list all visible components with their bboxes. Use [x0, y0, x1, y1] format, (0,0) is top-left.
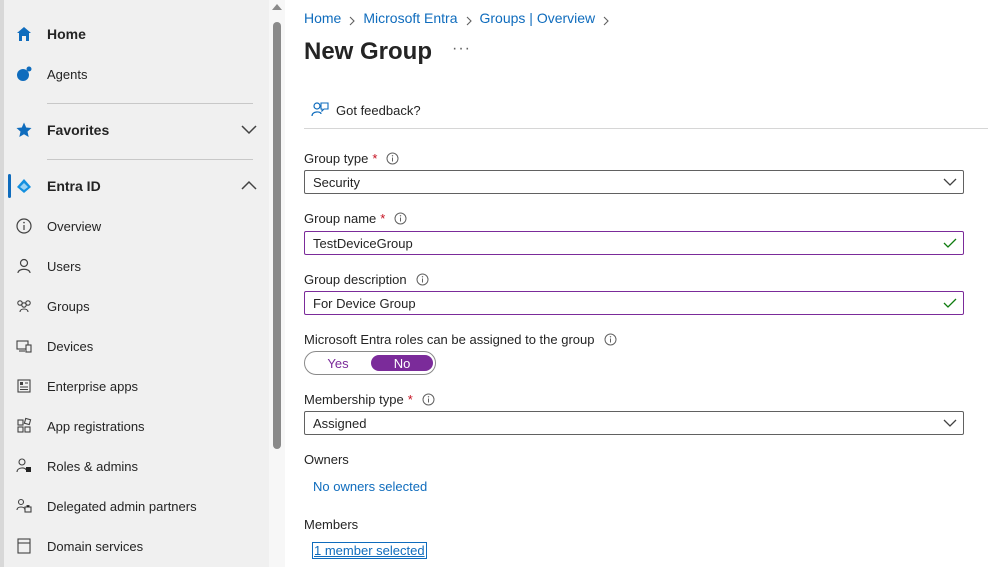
sidebar-item-label: Overview — [47, 218, 102, 234]
info-icon — [14, 216, 34, 236]
group-type-dropdown[interactable]: Security — [304, 170, 964, 194]
sidebar-item-agents[interactable]: Agents — [0, 56, 269, 92]
members-label: Members — [304, 517, 359, 532]
header-divider — [304, 128, 988, 129]
entra-id-icon — [14, 176, 34, 196]
roles-assignable-label: Microsoft Entra roles can be assigned to… — [304, 332, 617, 347]
membership-type-label-text: Membership type — [304, 392, 404, 407]
sidebar-item-enterprise-apps[interactable]: Enterprise apps — [0, 368, 269, 404]
chevron-right-icon — [349, 13, 356, 26]
feedback-button[interactable]: Got feedback? — [310, 100, 421, 120]
sidebar-item-label: Home — [47, 26, 86, 42]
chevron-down-icon — [943, 417, 957, 429]
members-link[interactable]: 1 member selected — [312, 542, 427, 559]
app-registrations-icon — [14, 416, 34, 436]
sidebar-item-devices[interactable]: Devices — [0, 328, 269, 364]
sidebar: Home Agents Favorites Entra ID Overview … — [0, 0, 269, 567]
groups-icon — [14, 296, 34, 316]
star-icon — [14, 120, 34, 140]
sidebar-item-label: Favorites — [47, 122, 110, 138]
info-icon[interactable] — [416, 273, 429, 286]
checkmark-icon — [943, 237, 957, 249]
group-name-input[interactable]: TestDeviceGroup — [304, 231, 964, 255]
scroll-up-arrow-icon[interactable] — [272, 4, 282, 10]
sidebar-item-groups[interactable]: Groups — [0, 288, 269, 324]
info-icon[interactable] — [386, 152, 399, 165]
sidebar-item-label: Domain services — [47, 538, 144, 554]
toggle-option-no[interactable]: No — [371, 355, 433, 371]
more-options-button[interactable]: ··· — [452, 40, 471, 58]
sidebar-item-label: Roles & admins — [47, 458, 139, 474]
sidebar-item-favorites[interactable]: Favorites — [0, 112, 269, 148]
chevron-right-icon — [466, 13, 472, 26]
info-icon[interactable] — [604, 333, 617, 346]
membership-type-value: Assigned — [313, 415, 367, 431]
sidebar-item-label: App registrations — [47, 418, 145, 434]
sidebar-item-home[interactable]: Home — [0, 16, 269, 52]
user-icon — [14, 256, 34, 276]
sidebar-item-overview[interactable]: Overview — [0, 208, 269, 244]
scrollbar-thumb[interactable] — [273, 22, 281, 449]
group-name-value: TestDeviceGroup — [313, 235, 413, 251]
chevron-down-icon — [943, 176, 957, 188]
group-type-label-text: Group type — [304, 151, 369, 166]
owners-link[interactable]: No owners selected — [313, 479, 427, 494]
roles-icon — [14, 456, 34, 476]
sidebar-item-delegated-admin-partners[interactable]: Delegated admin partners — [0, 488, 269, 524]
home-icon — [14, 24, 34, 44]
group-description-input[interactable]: For Device Group — [304, 291, 964, 315]
sidebar-item-domain-services[interactable]: Domain services — [0, 528, 269, 564]
sidebar-divider — [47, 103, 253, 104]
info-icon[interactable] — [394, 212, 407, 225]
sidebar-item-entra-id[interactable]: Entra ID — [0, 168, 269, 204]
group-description-value: For Device Group — [313, 295, 416, 311]
sidebar-item-app-registrations[interactable]: App registrations — [0, 408, 269, 444]
info-icon[interactable] — [422, 393, 435, 406]
group-name-label-text: Group name — [304, 211, 377, 226]
sidebar-item-label: Users — [47, 258, 81, 274]
membership-type-label: Membership type * — [304, 392, 435, 407]
required-asterisk: * — [372, 151, 378, 166]
owners-label: Owners — [304, 452, 349, 467]
group-type-label: Group type * — [304, 151, 399, 166]
sidebar-item-label: Delegated admin partners — [47, 498, 197, 514]
sidebar-item-users[interactable]: Users — [0, 248, 269, 284]
required-asterisk: * — [380, 211, 386, 226]
devices-icon — [14, 336, 34, 356]
chevron-right-icon — [603, 13, 609, 26]
enterprise-apps-icon — [14, 376, 34, 396]
roles-assignable-toggle[interactable]: Yes No — [304, 351, 436, 375]
sidebar-item-label: Enterprise apps — [47, 378, 139, 394]
sidebar-item-label: Devices — [47, 338, 94, 354]
breadcrumb-microsoft-entra[interactable]: Microsoft Entra — [363, 10, 457, 26]
delegated-admin-icon — [14, 496, 34, 516]
sidebar-item-roles-admins[interactable]: Roles & admins — [0, 448, 269, 484]
group-description-label-text: Group description — [304, 272, 407, 287]
group-type-value: Security — [313, 174, 360, 190]
chevron-down-icon[interactable] — [240, 122, 258, 138]
sidebar-item-label: Entra ID — [47, 178, 101, 194]
feedback-label: Got feedback? — [336, 102, 421, 118]
chevron-up-icon[interactable] — [240, 178, 258, 194]
toggle-option-yes[interactable]: Yes — [307, 355, 369, 371]
group-description-label: Group description — [304, 272, 429, 287]
breadcrumb: Home Microsoft Entra Groups | Overview — [304, 10, 617, 26]
breadcrumb-home[interactable]: Home — [304, 10, 341, 26]
feedback-icon — [310, 100, 330, 120]
page-title: New Group — [304, 38, 433, 65]
required-asterisk: * — [407, 392, 413, 407]
agents-icon — [14, 64, 34, 84]
sidebar-item-label: Agents — [47, 66, 88, 82]
domain-services-icon — [14, 536, 34, 556]
group-name-label: Group name * — [304, 211, 407, 226]
breadcrumb-groups-overview[interactable]: Groups | Overview — [480, 10, 596, 26]
roles-assignable-label-text: Microsoft Entra roles can be assigned to… — [304, 332, 595, 347]
sidebar-divider — [47, 159, 253, 160]
checkmark-icon — [943, 297, 957, 309]
membership-type-dropdown[interactable]: Assigned — [304, 411, 964, 435]
sidebar-item-label: Groups — [47, 298, 90, 314]
